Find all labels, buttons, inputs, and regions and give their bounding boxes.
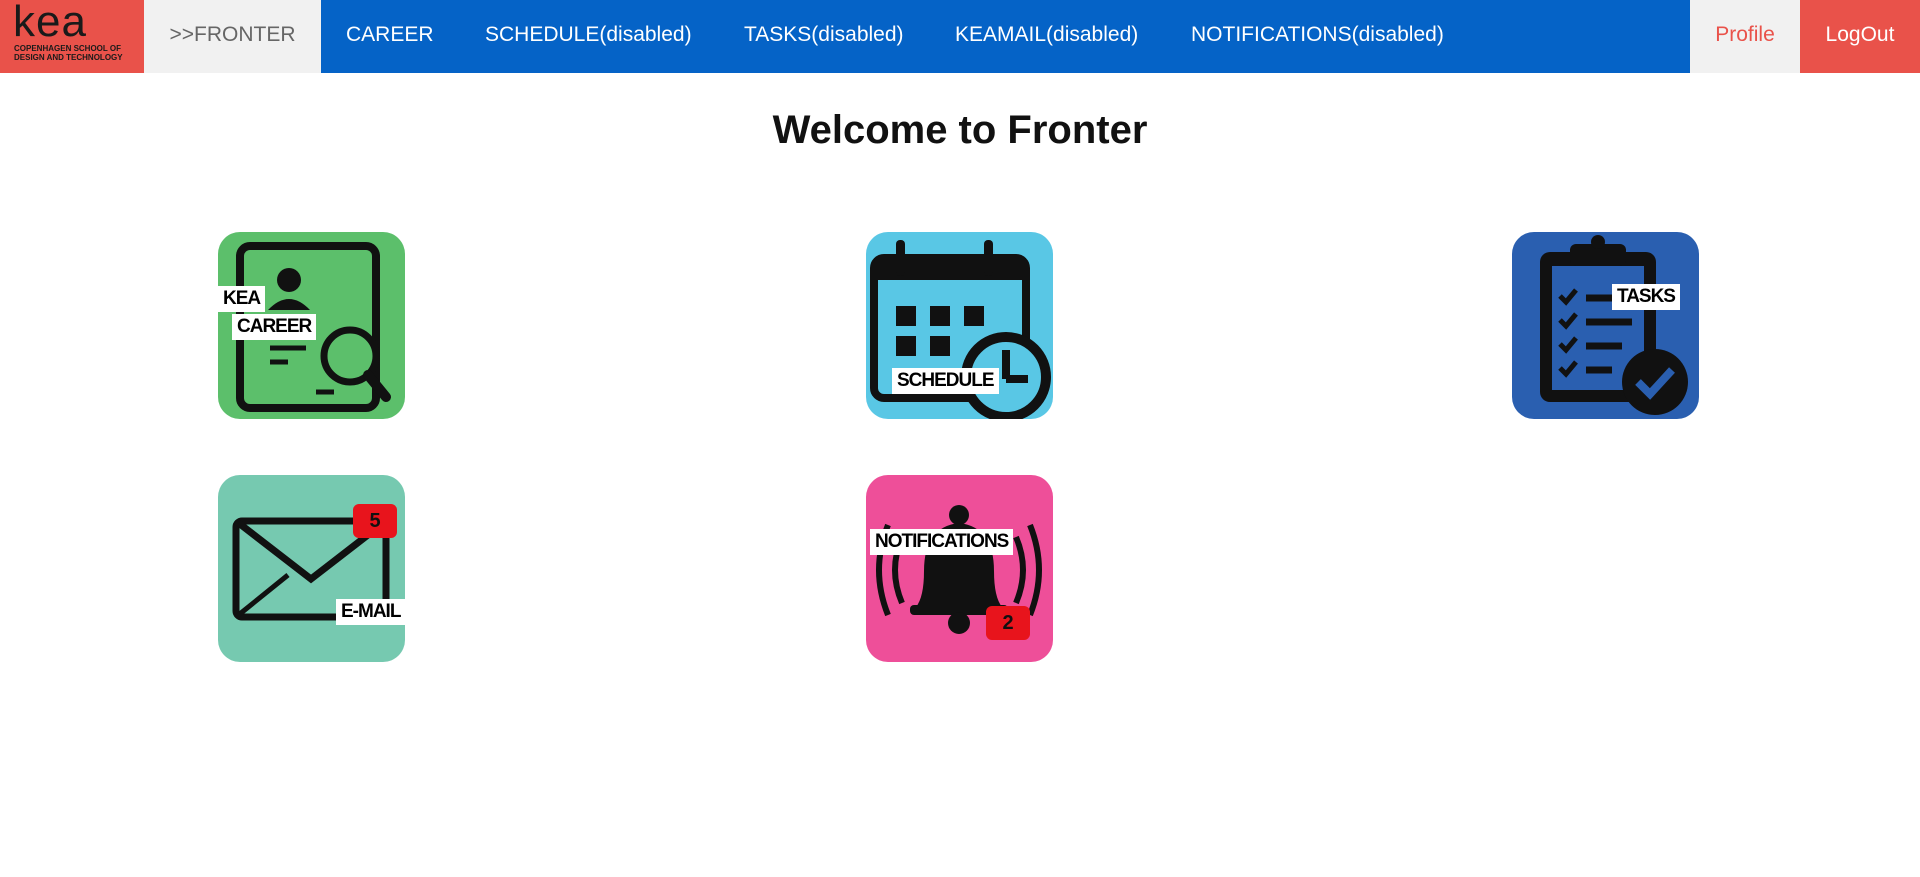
top-navbar: kea COPENHAGEN SCHOOL OF DESIGN AND TECH… [0, 0, 1920, 73]
logo-wordmark: kea [13, 0, 87, 46]
email-unread-badge: 5 [353, 504, 397, 538]
clipboard-check-icon [1540, 235, 1688, 415]
tasks-label: TASKS [1612, 284, 1680, 310]
schedule-tile[interactable]: SCHEDULE [866, 232, 1053, 419]
nav-tasks[interactable]: TASKS(disabled) [744, 0, 904, 73]
nav-schedule[interactable]: SCHEDULE(disabled) [485, 0, 692, 73]
nav-fronter[interactable]: >>FRONTER [144, 0, 321, 73]
career-label: CAREER [232, 314, 317, 340]
notifications-tile[interactable]: NOTIFICATIONS 2 [866, 475, 1053, 662]
nav-career[interactable]: CAREER [346, 0, 434, 73]
logo-subtitle: COPENHAGEN SCHOOL OF DESIGN AND TECHNOLO… [14, 44, 123, 62]
logout-button[interactable]: LogOut [1800, 0, 1920, 73]
kea-logo[interactable]: kea COPENHAGEN SCHOOL OF DESIGN AND TECH… [0, 0, 144, 73]
page-title: Welcome to Fronter [772, 108, 1148, 152]
career-label-kea: KEA [218, 286, 266, 312]
career-tile[interactable]: KEA CAREER [218, 232, 405, 419]
nav-notifications[interactable]: NOTIFICATIONS(disabled) [1191, 0, 1444, 73]
notifications-count-badge: 2 [986, 606, 1030, 640]
email-label: E-MAIL [336, 599, 405, 625]
notifications-label: NOTIFICATIONS [870, 529, 1014, 555]
nav-profile[interactable]: Profile [1690, 0, 1800, 73]
nav-keamail[interactable]: KEAMAIL(disabled) [955, 0, 1138, 73]
schedule-label: SCHEDULE [892, 368, 999, 394]
tasks-tile[interactable]: TASKS [1512, 232, 1699, 419]
email-tile[interactable]: 5 E-MAIL [218, 475, 405, 662]
